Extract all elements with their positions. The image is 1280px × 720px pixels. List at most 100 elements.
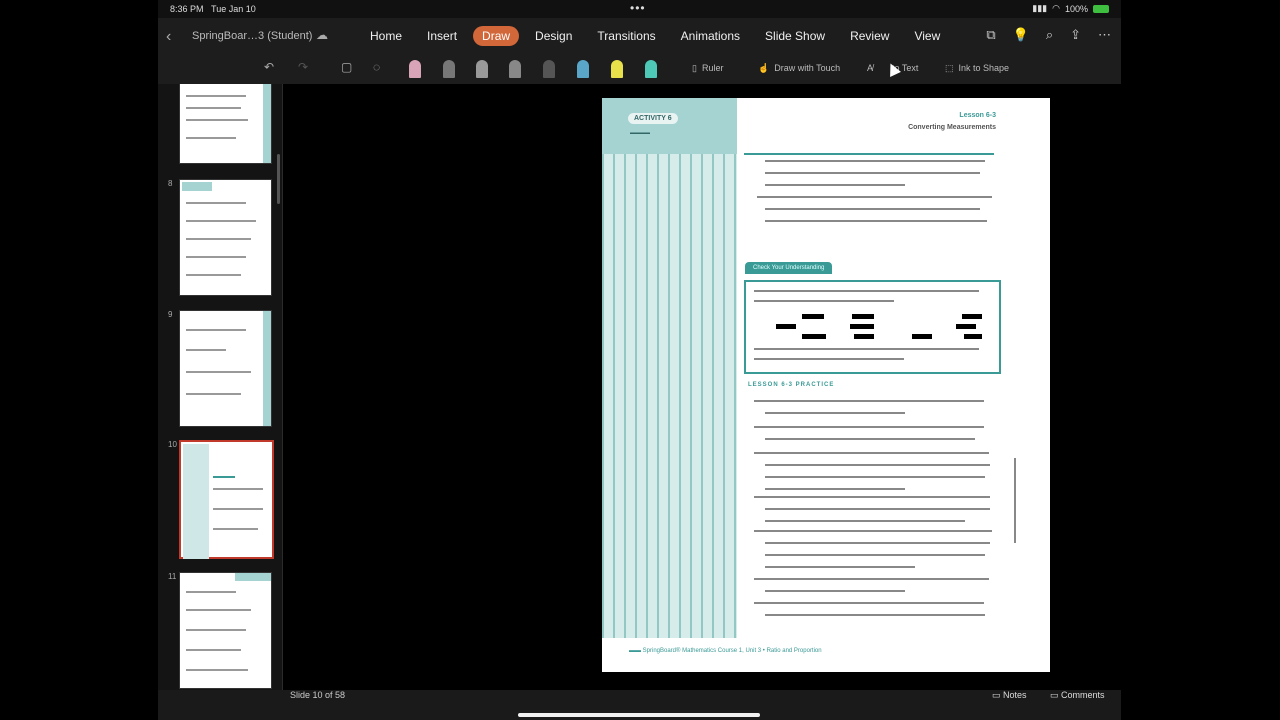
thumbnail-line	[186, 591, 236, 593]
redaction-bar	[852, 314, 874, 319]
comments-button[interactable]: ▭ Comments	[1050, 690, 1105, 701]
thumbnail-line	[213, 476, 235, 478]
document-title[interactable]: SpringBoar…3 (Student)	[192, 30, 312, 42]
status-bar: 8:36 PM Tue Jan 10 ••• ▮▮▮ ◠ 100%	[158, 0, 1121, 18]
signal-icon: ▮▮▮	[1032, 3, 1048, 13]
ink-to-text-icon: A̸	[867, 63, 874, 73]
thumbnail-image	[179, 310, 272, 427]
thumbnail-band	[263, 84, 271, 163]
slide-thumbnail-pane[interactable]: 8 9 10 11	[158, 84, 283, 690]
lesson-title: Lesson 6-3	[959, 112, 996, 119]
multitask-dots-icon[interactable]: •••	[630, 1, 646, 15]
thumbnail-line	[186, 220, 256, 222]
slide-footer: ▬▬ SpringBoard® Mathematics Course 1, Un…	[629, 648, 822, 654]
thumbnail-image	[179, 179, 272, 296]
tab-view[interactable]: View	[905, 26, 949, 46]
share-icon[interactable]: ⇪	[1070, 27, 1081, 43]
text-line	[765, 172, 980, 174]
thumbnail-line	[186, 669, 248, 671]
ribbon-tabs: Home Insert Draw Design Transitions Anim…	[361, 26, 956, 46]
tab-design[interactable]: Design	[526, 26, 581, 46]
wifi-icon: ◠	[1052, 3, 1060, 13]
more-icon[interactable]: ⋯	[1098, 27, 1111, 43]
battery-label: 100%	[1064, 3, 1088, 14]
thumbnail-grid	[183, 444, 209, 559]
ruler-icon: ▯	[692, 63, 697, 73]
pen-blue-icon[interactable]	[577, 60, 589, 78]
thumbnail-line	[186, 95, 246, 97]
draw-with-touch-button[interactable]: ☝ Draw with Touch	[758, 63, 840, 74]
vertical-margin-text	[1014, 458, 1016, 543]
bottom-bar: Slide 10 of 58 ▭ Notes ▭ Comments	[158, 690, 1121, 720]
thumbnail-line	[186, 256, 246, 258]
tab-animations[interactable]: Animations	[672, 26, 749, 46]
grid-paper-column	[602, 98, 737, 638]
text-line	[754, 400, 984, 402]
tab-insert[interactable]: Insert	[418, 26, 466, 46]
eraser-icon[interactable]	[409, 60, 421, 78]
present-icon[interactable]: ⧉	[986, 27, 995, 43]
home-indicator[interactable]	[518, 713, 760, 717]
thumbnail-image	[179, 440, 274, 559]
highlighter-yellow-icon[interactable]	[611, 60, 623, 78]
thumbnail-line	[213, 508, 263, 510]
text-line	[754, 452, 989, 454]
highlighter-teal-icon[interactable]	[645, 60, 657, 78]
undo-icon[interactable]: ↶	[264, 60, 274, 74]
ruler-button[interactable]: ▯ Ruler	[692, 63, 723, 74]
text-line	[765, 520, 965, 522]
text-line	[765, 412, 905, 414]
thumbnail-line	[213, 528, 258, 530]
back-chevron-icon[interactable]: ‹	[166, 28, 171, 46]
touch-icon: ☝	[758, 63, 770, 73]
redaction-bar	[776, 324, 796, 329]
text-line	[765, 614, 985, 616]
status-time: 8:36 PM Tue Jan 10	[170, 4, 256, 14]
pen-light-gray-icon[interactable]	[476, 60, 488, 78]
text-line	[765, 508, 990, 510]
redaction-bar	[850, 324, 874, 329]
ink-to-shape-button[interactable]: ⬚ Ink to Shape	[945, 63, 1009, 74]
text-line	[754, 530, 992, 532]
search-icon[interactable]: ⌕	[1046, 27, 1053, 43]
pen-gray-icon[interactable]	[443, 60, 455, 78]
tab-slide-show[interactable]: Slide Show	[756, 26, 834, 46]
lightbulb-icon[interactable]: 💡	[1013, 27, 1029, 43]
redo-icon[interactable]: ↷	[298, 60, 308, 74]
text-line	[765, 438, 975, 440]
practice-heading: LESSON 6-3 PRACTICE	[748, 382, 835, 388]
tab-transitions[interactable]: Transitions	[588, 26, 664, 46]
slide-number: 11	[168, 572, 177, 581]
text-line	[765, 208, 980, 210]
lasso-icon[interactable]: ◌	[373, 60, 380, 74]
notes-button[interactable]: ▭ Notes	[992, 690, 1027, 701]
ink-to-shape-icon: ⬚	[945, 63, 954, 73]
select-icon[interactable]: ▢	[341, 60, 352, 74]
cloud-sync-icon[interactable]: ☁	[316, 28, 328, 42]
notes-icon: ▭	[992, 690, 1004, 700]
tab-draw[interactable]: Draw	[473, 26, 520, 46]
thumbnail-scrollbar[interactable]	[277, 154, 280, 204]
thumbnail-line	[186, 137, 236, 139]
slide-canvas[interactable]: ACTIVITY 6 ▬▬▬▬ Lesson 6-3 Converting Me…	[283, 84, 1121, 690]
current-slide[interactable]: ACTIVITY 6 ▬▬▬▬ Lesson 6-3 Converting Me…	[602, 98, 1050, 672]
text-line	[754, 290, 979, 292]
thumbnail-line	[186, 349, 226, 351]
thumbnail-line	[186, 107, 241, 109]
thumbnail-image	[179, 572, 272, 689]
thumbnail-line	[186, 371, 251, 373]
text-line	[765, 542, 990, 544]
tab-home[interactable]: Home	[361, 26, 411, 46]
thumbnail-line	[186, 609, 251, 611]
text-line	[754, 578, 989, 580]
text-line	[754, 358, 904, 360]
thumbnail-band	[235, 573, 271, 581]
comment-icon: ▭	[1050, 690, 1062, 700]
tab-review[interactable]: Review	[841, 26, 898, 46]
check-understanding-box	[744, 280, 1001, 374]
thumbnail-line	[186, 329, 246, 331]
header-rule	[744, 153, 994, 155]
text-line	[765, 566, 915, 568]
pen-dark-icon[interactable]	[509, 60, 521, 78]
pen-black-icon[interactable]	[543, 60, 555, 78]
